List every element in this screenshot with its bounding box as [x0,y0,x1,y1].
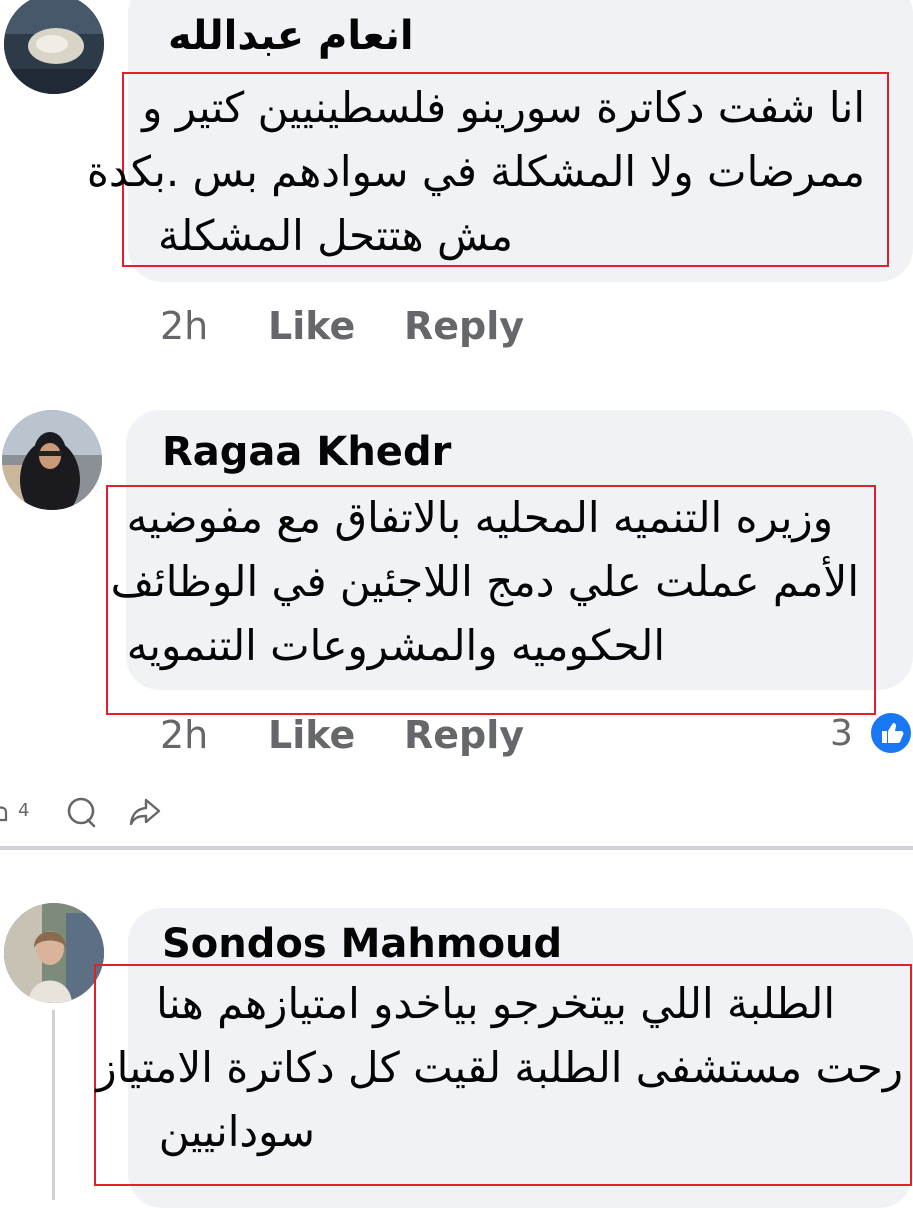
reply-thread-line [52,1010,55,1200]
comment-text-line: سودانيين [158,1107,315,1156]
avatar[interactable] [2,410,102,510]
avatar-image [4,0,104,94]
reply-button[interactable]: Reply [404,307,524,345]
avatar-image [2,410,102,510]
comment-text-line: مش هتتحل المشكلة [158,211,513,260]
avatar-image [4,903,104,1003]
comment-author[interactable]: Ragaa Khedr [162,432,451,472]
share-icon[interactable] [128,796,162,828]
comment-text-line: الأمم عملت علي دمج اللاجئين في الوظائف [110,557,859,606]
comment-icon-glyph [67,797,96,828]
comment-time[interactable]: 2h [160,716,208,754]
comment-text-line: الحكوميه والمشروعات التنمويه [126,621,665,670]
comment-text-line: الطلبة اللي بيتخرجو بياخدو امتيازهم هنا [156,979,835,1028]
reaction-count[interactable]: 3 [830,716,853,752]
share-icon-glyph [129,798,161,826]
avatar[interactable] [4,903,104,1003]
like-button[interactable]: Like [268,307,355,345]
comment-text-line: وزيره التنميه المحليه بالاتفاق مع مفوضيه [126,493,833,542]
section-divider [0,846,913,850]
post-reaction-count: 4 [18,800,30,821]
comment-text-line: انا شفت دكاترة سورينو فلسطينيين كتير و [142,83,865,132]
comment-text-line: رحت مستشفى الطلبة لقيت كل دكاترة الامتيا… [96,1043,903,1092]
reaction-icon[interactable] [0,800,14,824]
thumbs-up-icon [882,723,904,743]
comment-text-line: ممرضات ولا المشكلة في سوادهم بس .بكدة [86,147,865,196]
comment-icon[interactable] [66,796,98,830]
like-button[interactable]: Like [268,716,355,754]
comment-author[interactable]: Sondos Mahmoud [162,924,562,964]
avatar[interactable] [4,0,104,94]
comment-time[interactable]: 2h [160,307,208,345]
comment-author[interactable]: انعام عبدالله [168,16,414,56]
like-reaction-icon[interactable] [868,710,913,756]
reaction-icon-glyph [0,806,8,822]
reply-button[interactable]: Reply [404,716,524,754]
